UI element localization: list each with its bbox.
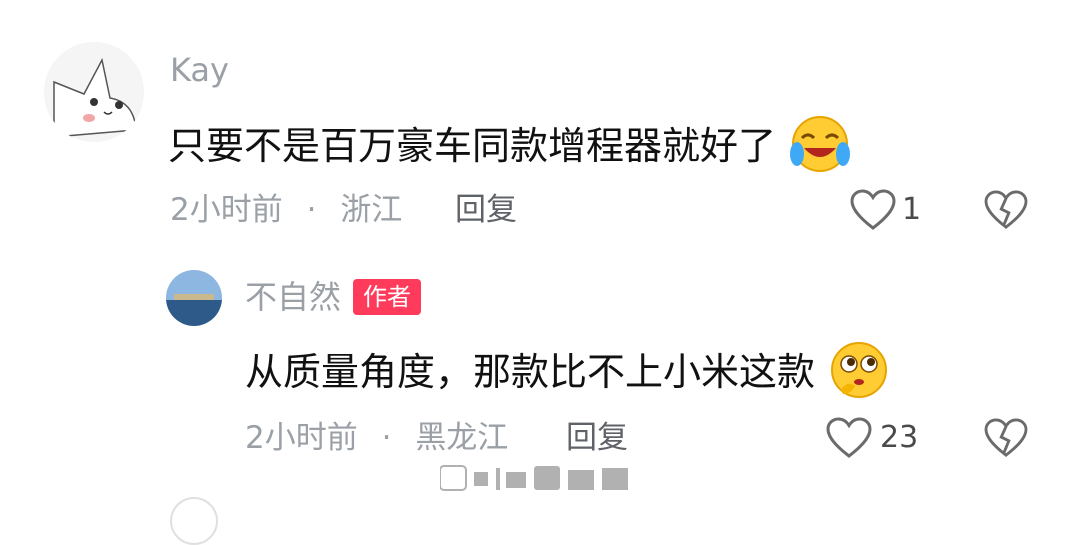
comment-meta: 2小时前 · 黑龙江	[245, 420, 508, 456]
comment-time: 2小时前	[170, 192, 283, 228]
comment-meta: 2小时前 · 浙江	[170, 192, 402, 228]
next-avatar[interactable]	[170, 497, 218, 545]
avatar[interactable]	[44, 42, 144, 142]
like-count: 23	[880, 420, 919, 455]
dislike-button[interactable]	[984, 418, 1028, 462]
comment-text: 从质量角度，那款比不上小米这款	[245, 340, 891, 409]
comment-location: 浙江	[340, 192, 403, 228]
meta-separator: ·	[381, 420, 392, 456]
author-badge: 作者	[353, 279, 422, 315]
laughing-crying-face-icon	[788, 114, 852, 183]
broken-heart-icon	[984, 190, 1028, 229]
avatar[interactable]	[166, 270, 222, 326]
like-button[interactable]: 23	[826, 416, 918, 460]
comment-text: 只要不是百万豪车同款增程器就好了	[168, 114, 852, 183]
pikachu-avatar-icon	[44, 42, 144, 142]
heart-icon	[850, 189, 896, 230]
comment-time: 2小时前	[245, 420, 358, 456]
comment-username[interactable]: Kay	[170, 52, 229, 88]
broken-heart-icon	[984, 418, 1028, 457]
heart-icon	[826, 417, 872, 458]
comment-body: 只要不是百万豪车同款增程器就好了	[168, 124, 777, 168]
reply-button[interactable]: 回复	[566, 420, 628, 456]
like-button[interactable]: 1	[850, 188, 921, 232]
like-count: 1	[902, 192, 922, 227]
meta-separator: ·	[306, 192, 317, 228]
landscape-avatar-icon	[166, 270, 222, 326]
thinking-face-icon	[827, 340, 891, 409]
comment-username[interactable]: 不自然 作者	[245, 279, 422, 315]
watermark-logo	[439, 464, 630, 494]
author-name[interactable]: 不自然	[245, 279, 341, 315]
dislike-button[interactable]	[984, 190, 1028, 234]
comment-location: 黑龙江	[415, 420, 509, 456]
reply-button[interactable]: 回复	[455, 192, 517, 228]
comment-body: 从质量角度，那款比不上小米这款	[245, 350, 816, 394]
